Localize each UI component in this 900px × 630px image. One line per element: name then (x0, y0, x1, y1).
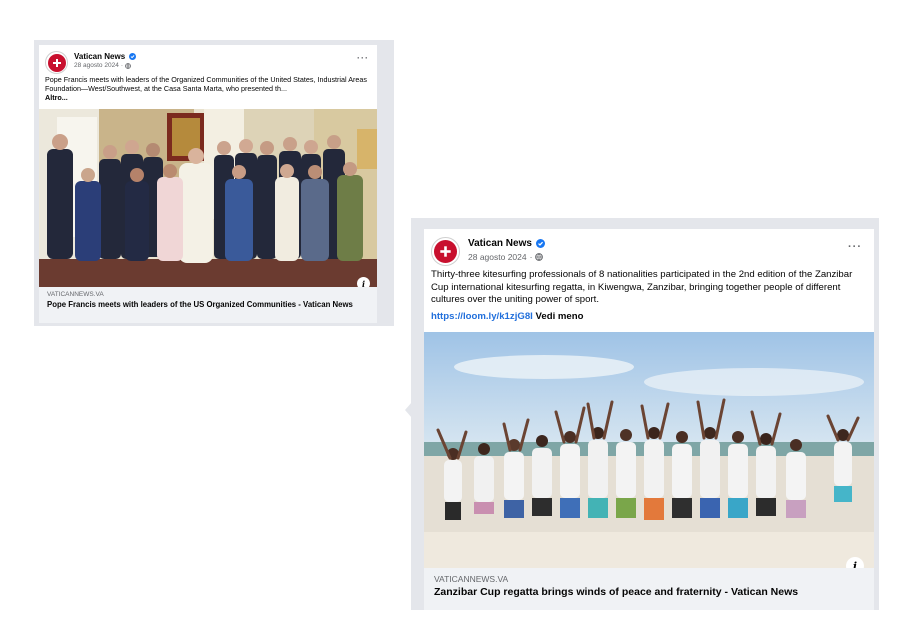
see-more-link[interactable]: Altro... (45, 93, 68, 102)
globe-icon (535, 253, 544, 261)
post-photo[interactable] (39, 109, 377, 287)
vatican-logo-icon (52, 58, 61, 67)
post-text: Pope Francis meets with leaders of the O… (45, 75, 367, 93)
post-url-link[interactable]: https://loom.ly/k1zjG8I (431, 311, 533, 322)
globe-icon (125, 62, 131, 69)
link-preview[interactable]: VATICANNEWS.VA Zanzibar Cup regatta brin… (424, 568, 874, 610)
post-card-2: Vatican News 28 agosto 2024 · ··· Thirty… (424, 229, 874, 610)
verified-badge-icon (535, 239, 545, 248)
page-name[interactable]: Vatican News (468, 238, 532, 249)
link-preview[interactable]: VATICANNEWS.VA Pope Francis meets with l… (39, 287, 377, 323)
post-card-1: Vatican News 28 agosto 2024 · ··· Pope F… (39, 45, 377, 323)
more-options-button[interactable]: ··· (357, 53, 369, 63)
see-less-link[interactable]: Vedi meno (536, 311, 584, 322)
post-text: Thirty-three kitesurfing professionals o… (431, 269, 853, 305)
post-date[interactable]: 28 agosto 2024 (74, 62, 119, 69)
link-domain: VATICANNEWS.VA (47, 291, 104, 298)
verified-badge-icon (129, 52, 137, 60)
page-avatar[interactable] (431, 237, 460, 266)
page-name[interactable]: Vatican News (74, 52, 125, 61)
link-title: Zanzibar Cup regatta brings winds of pea… (434, 586, 799, 598)
group-photo-image (424, 332, 874, 568)
post-photo[interactable] (424, 332, 874, 568)
group-photo-image (39, 109, 377, 287)
more-options-button[interactable]: ··· (848, 241, 862, 253)
vatican-logo-icon (440, 246, 451, 257)
page-avatar[interactable] (45, 51, 68, 74)
card-pointer (405, 402, 412, 418)
post-date[interactable]: 28 agosto 2024 (468, 252, 527, 262)
link-title: Pope Francis meets with leaders of the U… (47, 300, 353, 309)
link-domain: VATICANNEWS.VA (434, 574, 509, 584)
